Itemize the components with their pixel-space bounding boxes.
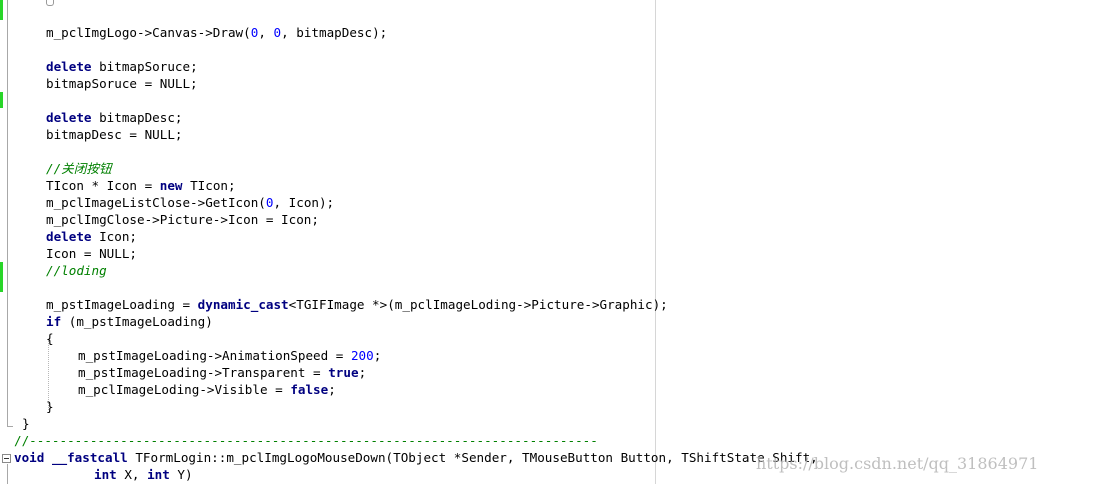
code-line[interactable]: //loding xyxy=(46,262,107,279)
code-line[interactable]: m_pclImgClose->Picture->Icon = Icon; xyxy=(46,211,319,228)
code-line[interactable]: //--------------------------------------… xyxy=(14,432,598,449)
code-line[interactable]: m_pclImgLogo->Canvas->Draw(0, 0, bitmapD… xyxy=(46,24,387,41)
code-line[interactable]: TIcon * Icon = new TIcon; xyxy=(46,177,236,194)
code-line[interactable]: if (m_pstImageLoading) xyxy=(46,313,213,330)
code-line[interactable]: delete bitmapDesc; xyxy=(46,109,183,126)
editor-gutter xyxy=(0,0,14,484)
code-line[interactable]: m_pstImageLoading->AnimationSpeed = 200; xyxy=(78,347,381,364)
watermark-text: https://blog.csdn.net/qq_31864971 xyxy=(756,454,1039,473)
code-line[interactable]: } xyxy=(22,415,30,432)
fold-toggle-icon[interactable] xyxy=(2,454,11,463)
code-line[interactable]: } xyxy=(46,398,54,415)
code-line[interactable]: delete bitmapSoruce; xyxy=(46,58,198,75)
brace-match-marker xyxy=(46,0,54,6)
code-line[interactable]: Icon = NULL; xyxy=(46,245,137,262)
code-line[interactable]: m_pstImageLoading->Transparent = true; xyxy=(78,364,366,381)
change-marker xyxy=(0,0,3,20)
fold-guide xyxy=(7,418,13,427)
code-line[interactable]: void __fastcall TFormLogin::m_pclImgLogo… xyxy=(14,449,818,466)
fold-guide xyxy=(7,0,8,418)
fold-guide xyxy=(7,464,8,484)
code-line[interactable]: int X, int Y) xyxy=(94,466,193,483)
right-margin-line xyxy=(655,0,656,484)
code-editor[interactable]: m_pclImgLogo->Canvas->Draw(0, 0, bitmapD… xyxy=(0,0,1099,484)
code-line[interactable]: bitmapSoruce = NULL; xyxy=(46,75,198,92)
code-line[interactable]: m_pclImageListClose->GetIcon(0, Icon); xyxy=(46,194,334,211)
code-line[interactable]: bitmapDesc = NULL; xyxy=(46,126,182,143)
code-line[interactable]: m_pstImageLoading = dynamic_cast<TGIFIma… xyxy=(46,296,668,313)
code-line[interactable]: delete Icon; xyxy=(46,228,137,245)
code-line[interactable]: m_pclImageLoding->Visible = false; xyxy=(78,381,336,398)
code-line[interactable]: //关闭按钮 xyxy=(46,160,112,177)
change-marker xyxy=(0,92,3,108)
code-line[interactable]: { xyxy=(46,330,54,347)
change-marker xyxy=(0,262,3,292)
